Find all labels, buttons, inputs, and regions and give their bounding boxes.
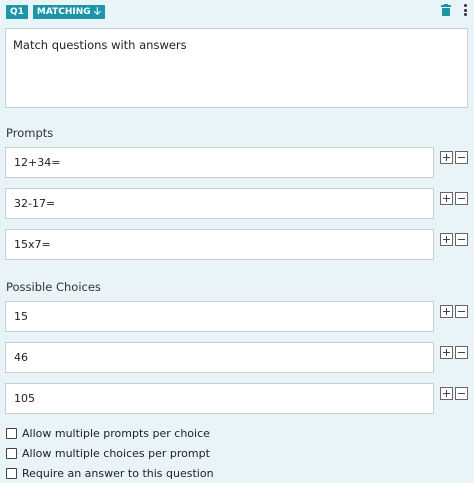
prompt-row: 12+34= <box>5 147 474 178</box>
option-require-answer: Require an answer to this question <box>6 467 214 480</box>
prompt-row: 32-17= <box>5 188 474 219</box>
question-text-input[interactable]: Match questions with answers <box>5 28 468 108</box>
require-answer-checkbox[interactable] <box>6 468 17 479</box>
choice-row: 105 <box>5 383 474 414</box>
prompt-input[interactable]: 12+34= <box>5 147 434 178</box>
kebab-menu-icon[interactable] <box>463 4 467 16</box>
question-header: Q1 MATCHING 🡣 <box>6 5 105 20</box>
trash-icon[interactable] <box>441 4 451 16</box>
question-text: Match questions with answers <box>13 38 187 52</box>
multiple-choices-checkbox[interactable] <box>6 448 17 459</box>
option-label: Allow multiple prompts per choice <box>22 427 210 440</box>
remove-prompt-button[interactable] <box>455 192 468 205</box>
choice-input[interactable]: 15 <box>5 301 434 332</box>
remove-prompt-button[interactable] <box>455 233 468 246</box>
add-prompt-button[interactable] <box>440 233 453 246</box>
prompt-input[interactable]: 15x7= <box>5 229 434 260</box>
remove-choice-button[interactable] <box>455 346 468 359</box>
question-card: Q1 MATCHING 🡣 Match questions with answe… <box>0 0 474 483</box>
add-prompt-button[interactable] <box>440 151 453 164</box>
remove-choice-button[interactable] <box>455 305 468 318</box>
choice-row: 46 <box>5 342 474 373</box>
choice-input[interactable]: 105 <box>5 383 434 414</box>
add-prompt-button[interactable] <box>440 192 453 205</box>
option-label: Allow multiple choices per prompt <box>22 447 210 460</box>
prompts-label: Prompts <box>6 126 54 140</box>
add-choice-button[interactable] <box>440 346 453 359</box>
choice-input[interactable]: 46 <box>5 342 434 373</box>
prompt-input[interactable]: 32-17= <box>5 188 434 219</box>
add-choice-button[interactable] <box>440 305 453 318</box>
question-type-label: MATCHING <box>36 7 91 17</box>
add-choice-button[interactable] <box>440 387 453 400</box>
remove-choice-button[interactable] <box>455 387 468 400</box>
prompt-row: 15x7= <box>5 229 474 260</box>
header-actions <box>441 4 467 16</box>
choice-row: 15 <box>5 301 474 332</box>
arrow-down-icon: 🡣 <box>93 6 101 17</box>
question-number-badge: Q1 <box>6 5 28 19</box>
option-multiple-prompts: Allow multiple prompts per choice <box>6 427 210 440</box>
remove-prompt-button[interactable] <box>455 151 468 164</box>
question-type-dropdown[interactable]: MATCHING 🡣 <box>32 5 105 19</box>
option-label: Require an answer to this question <box>22 467 214 480</box>
option-multiple-choices: Allow multiple choices per prompt <box>6 447 210 460</box>
choices-label: Possible Choices <box>6 280 101 294</box>
multiple-prompts-checkbox[interactable] <box>6 428 17 439</box>
